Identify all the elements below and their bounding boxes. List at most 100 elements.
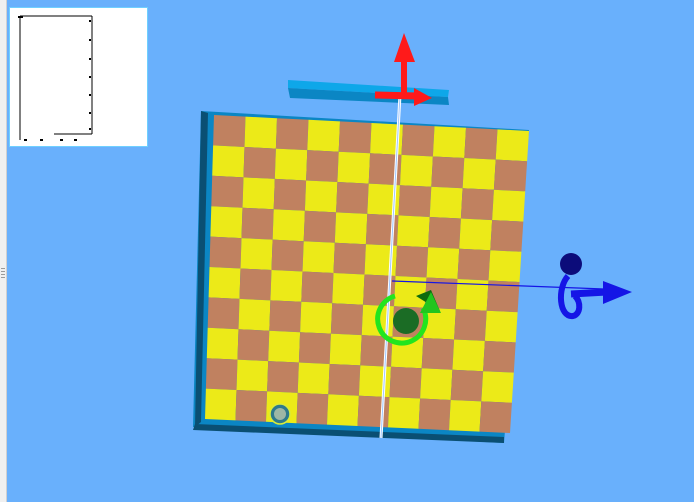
minimap-tick	[60, 139, 63, 141]
board-tile	[401, 124, 435, 157]
minimap-tick	[18, 16, 23, 18]
board-tile	[490, 220, 524, 252]
move-y-shaft	[570, 288, 608, 298]
ball-icon[interactable]	[269, 403, 291, 425]
board-tile	[481, 371, 514, 403]
minimap-inset[interactable]	[9, 7, 148, 147]
board-tile	[493, 159, 528, 192]
board-tile	[304, 180, 338, 213]
board-tile	[236, 359, 269, 392]
board-tile	[395, 245, 429, 278]
minimap-tick	[89, 94, 91, 96]
board-tile	[492, 189, 526, 222]
application-window	[0, 0, 694, 502]
board-tile	[268, 330, 301, 363]
board-tile	[462, 158, 496, 190]
board-tile	[213, 115, 246, 147]
board-tile	[270, 270, 303, 302]
splitter-grip-icon[interactable]	[1, 268, 5, 278]
board-tile	[338, 121, 372, 154]
board-tile	[243, 147, 276, 179]
sphere-handle[interactable]	[560, 253, 582, 275]
minimap-tick	[40, 139, 43, 141]
board-tile	[336, 182, 369, 214]
board-tile	[329, 333, 362, 366]
board-tile	[429, 186, 463, 219]
board-tile	[484, 310, 518, 343]
minimap-tick	[89, 128, 91, 130]
center-sphere[interactable]	[393, 308, 419, 334]
board-tile	[300, 301, 333, 334]
board-tile	[240, 238, 273, 270]
board-tile	[479, 401, 512, 433]
minimap-tick	[89, 58, 91, 60]
board-tile	[483, 340, 516, 373]
board-tile	[272, 209, 305, 242]
board-tile	[274, 148, 308, 181]
board-tile	[449, 400, 482, 432]
board-tile	[238, 298, 271, 331]
board-tile	[241, 207, 274, 240]
board-tile	[332, 273, 365, 305]
board-tile	[327, 394, 359, 426]
board-tile	[269, 300, 302, 333]
board-tile	[426, 247, 460, 279]
board-tile	[212, 145, 245, 178]
board-tile	[275, 118, 309, 151]
board-tile	[303, 210, 337, 243]
minimap-canvas	[18, 15, 93, 141]
board-tile	[464, 127, 498, 160]
board-tile	[459, 218, 493, 251]
board-tile	[495, 129, 529, 162]
board-tile	[333, 242, 366, 275]
board-tile	[271, 239, 304, 272]
board-tile	[301, 271, 334, 304]
3d-viewport[interactable]	[7, 0, 694, 502]
minimap-ticks	[18, 16, 91, 141]
board-tile	[460, 188, 494, 221]
board-tile	[400, 154, 433, 187]
board-tile	[450, 369, 484, 402]
board-tile	[208, 267, 241, 299]
board-tile	[328, 364, 361, 396]
left-panel-splitter[interactable]	[0, 0, 7, 502]
board-tile	[389, 366, 422, 399]
board-tile	[273, 178, 307, 211]
board-tile	[207, 297, 240, 330]
board-tile	[421, 338, 455, 370]
board-tile	[452, 339, 485, 372]
minimap-tick	[89, 20, 91, 22]
board-tile	[206, 327, 239, 360]
board-tile	[432, 126, 466, 158]
board-tile	[330, 303, 364, 336]
board-tile	[454, 309, 487, 341]
board-tile	[244, 116, 277, 149]
board-tile	[420, 368, 453, 400]
board-tile	[302, 241, 335, 273]
board-tile	[398, 185, 432, 217]
board-tile	[242, 177, 275, 210]
board-tile	[418, 398, 451, 431]
board-tile	[428, 217, 461, 249]
board-tile	[357, 395, 390, 428]
board-tile	[210, 206, 243, 239]
board-tile	[235, 390, 268, 422]
minimap-tick	[89, 39, 91, 41]
board-tile	[237, 329, 270, 362]
minimap-tick	[89, 76, 91, 78]
board-tile	[296, 392, 329, 425]
board-tile	[239, 268, 272, 301]
checkerboard[interactable]	[205, 115, 529, 433]
board-tile	[267, 361, 299, 393]
ball-inner	[274, 408, 286, 420]
board-tile	[457, 248, 491, 281]
board-tile	[307, 119, 340, 152]
board-tile	[431, 156, 465, 189]
board-tile	[297, 362, 330, 395]
board-tile	[334, 212, 368, 245]
minimap-tick	[74, 139, 77, 141]
board-tile	[211, 175, 244, 208]
board-tile	[298, 332, 331, 364]
board-tile	[205, 388, 237, 421]
board-tile	[306, 150, 339, 182]
